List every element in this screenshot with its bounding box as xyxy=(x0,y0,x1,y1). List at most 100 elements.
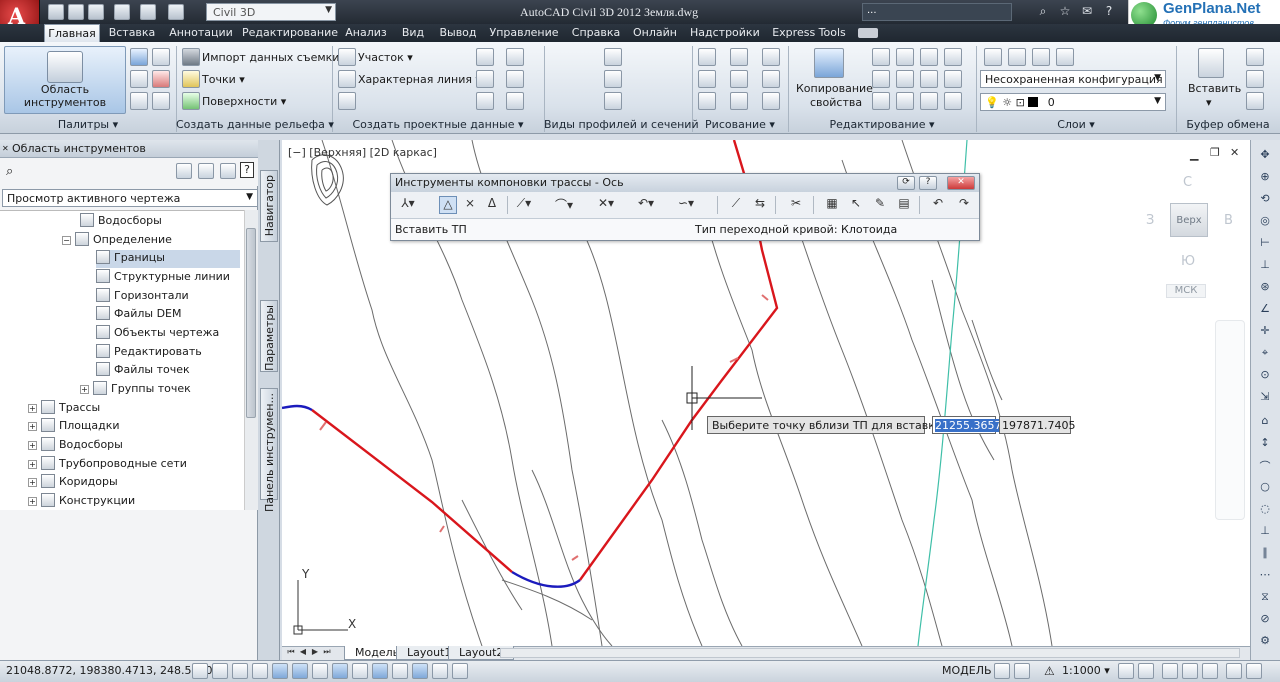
status-menu-icon[interactable] xyxy=(1246,663,1262,679)
layer-isolate-icon[interactable] xyxy=(1056,48,1074,66)
tab-modify[interactable]: Редактирование xyxy=(240,24,340,42)
reverse-curve-icon[interactable]: ∽▾ xyxy=(677,196,695,214)
dynamic-input-icon[interactable] xyxy=(372,663,388,679)
selection-cycling-icon[interactable] xyxy=(452,663,468,679)
delete-icon[interactable] xyxy=(944,48,962,66)
tab-insert[interactable]: Вставка xyxy=(104,24,160,42)
copy-clip-icon[interactable] xyxy=(1246,70,1264,88)
profile-view-icon[interactable] xyxy=(604,48,622,66)
panel-toggle-icon[interactable] xyxy=(220,163,236,179)
tree-item-point-files[interactable]: Файлы точек xyxy=(96,362,190,380)
toolspace-view-select[interactable]: Просмотр активного чертежа ▼ xyxy=(2,189,258,207)
alignment-icon[interactable] xyxy=(476,48,494,66)
osnap-settings-icon[interactable]: ⚙ xyxy=(1256,634,1274,652)
cross-icon[interactable]: ✛ xyxy=(1256,324,1274,342)
annotation-visibility-icon[interactable] xyxy=(1118,663,1134,679)
reverse-direction-icon[interactable]: ⇆ xyxy=(751,196,769,214)
stretch-icon[interactable] xyxy=(872,92,890,110)
viewcube-west[interactable]: З xyxy=(1146,213,1154,228)
viewport-restore-icon[interactable]: ❐ xyxy=(1210,146,1220,159)
tree-item-corridors[interactable]: + Коридоры xyxy=(28,474,118,492)
expand-icon[interactable]: + xyxy=(80,385,89,394)
settings-icon[interactable] xyxy=(130,92,148,110)
help-icon[interactable]: ? xyxy=(1100,4,1118,20)
polyline-icon[interactable] xyxy=(730,48,748,66)
lock-ui-icon[interactable] xyxy=(1182,663,1198,679)
expand-icon[interactable]: + xyxy=(28,460,37,469)
first-layout-icon[interactable]: ⏮ xyxy=(286,647,296,659)
tab-help[interactable]: Справка xyxy=(570,24,622,42)
viewport-close-icon[interactable]: ✕ xyxy=(1230,146,1239,159)
offset-icon[interactable] xyxy=(944,92,962,110)
tree-item-definition[interactable]: − Определение xyxy=(62,232,172,250)
perpendicular-icon[interactable]: ⊥ xyxy=(1256,524,1274,542)
tree-item-breaklines[interactable]: Структурные линии xyxy=(96,269,230,287)
extension-icon[interactable]: ⋯ xyxy=(1256,568,1274,586)
tree-item-point-groups[interactable]: + Группы точек xyxy=(80,381,191,399)
measure-icon[interactable]: ↕ xyxy=(1256,436,1274,454)
pipe-network-icon[interactable] xyxy=(506,92,524,110)
circle-icon[interactable] xyxy=(730,70,748,88)
search-input[interactable]: ... xyxy=(862,3,1012,21)
tab-online[interactable]: Онлайн xyxy=(630,24,680,42)
array-icon[interactable] xyxy=(920,92,938,110)
current-layer-select[interactable]: 💡 ☼ ⊡ 0 ▼ xyxy=(980,93,1166,111)
panel-profile-section-views[interactable]: Виды профилей и сечений xyxy=(544,118,699,132)
transparency-icon[interactable] xyxy=(412,663,428,679)
panel-create-ground-data[interactable]: Создать данные рельефа ▾ xyxy=(176,118,334,132)
save-icon[interactable] xyxy=(88,4,104,20)
hatch-icon[interactable] xyxy=(762,70,780,88)
navigation-bar[interactable] xyxy=(1215,320,1245,520)
isolate-objects-icon[interactable] xyxy=(1226,663,1242,679)
match-clip-icon[interactable] xyxy=(1246,92,1264,110)
construction-line-icon[interactable] xyxy=(698,70,716,88)
explode-icon[interactable] xyxy=(944,70,962,88)
last-layout-icon[interactable]: ⏭ xyxy=(322,647,332,659)
delete-pi-icon[interactable]: ⨯ xyxy=(461,196,479,214)
undo-icon[interactable] xyxy=(140,4,156,20)
expand-icon[interactable]: + xyxy=(28,441,37,450)
dimension-icon[interactable]: ⊢ xyxy=(1256,236,1274,254)
tree-item-drawing-objects[interactable]: Объекты чертежа xyxy=(96,325,219,343)
survey-icon[interactable] xyxy=(130,70,148,88)
collapse-icon[interactable]: − xyxy=(62,236,71,245)
workspace-select[interactable]: Civil 3D ▼ xyxy=(206,3,336,21)
spiral-icon[interactable]: ✕▾ xyxy=(597,196,615,214)
layer-walk-icon[interactable]: ⌂ xyxy=(1256,414,1274,432)
tree-item-assemblies[interactable]: + Конструкции xyxy=(28,493,135,510)
subentity-editor-icon[interactable]: ✎ xyxy=(871,196,889,214)
arc-snap-icon[interactable]: ⌒ xyxy=(1256,458,1274,476)
redo-icon[interactable]: ↷ xyxy=(955,196,973,214)
import-survey-button[interactable]: Импорт данных съемки xyxy=(202,51,339,64)
workspace-switch-icon[interactable] xyxy=(1162,663,1178,679)
tree-item-contours[interactable]: Горизонтали xyxy=(96,288,189,306)
insert-pi-icon[interactable]: △ xyxy=(439,196,457,214)
toolbar-help-icon[interactable]: ? xyxy=(919,176,937,190)
tree-item-catchments[interactable]: + Водосборы xyxy=(28,437,123,455)
rotate-icon[interactable] xyxy=(896,48,914,66)
print-icon[interactable] xyxy=(114,4,130,20)
hardware-accel-icon[interactable] xyxy=(1202,663,1218,679)
infer-constraints-icon[interactable] xyxy=(192,663,208,679)
node-icon[interactable]: ⊙ xyxy=(1256,368,1274,386)
prospector-icon[interactable] xyxy=(152,48,170,66)
panel-clipboard[interactable]: Буфер обмена xyxy=(1176,118,1280,132)
points-button[interactable]: Точки ▾ xyxy=(202,73,245,86)
delete-subentity-icon[interactable]: ✂ xyxy=(787,196,805,214)
dynamic-input-x[interactable]: 21255.3657 xyxy=(932,416,1002,434)
dynamic-ucs-icon[interactable] xyxy=(352,663,368,679)
fillet-icon[interactable] xyxy=(920,70,938,88)
paste-dropdown[interactable]: ▾ xyxy=(1206,96,1212,109)
surfaces-button[interactable]: Поверхности ▾ xyxy=(202,95,286,108)
3d-osnap-icon[interactable] xyxy=(312,663,328,679)
arc-icon[interactable] xyxy=(698,92,716,110)
scale-icon[interactable] xyxy=(896,92,914,110)
quick-properties-icon[interactable] xyxy=(432,663,448,679)
orbit-icon[interactable]: ⟲ xyxy=(1256,192,1274,210)
object-snap-tracking-icon[interactable] xyxy=(332,663,348,679)
line-icon[interactable] xyxy=(698,48,716,66)
viewcube-wcs-menu[interactable]: МСК xyxy=(1166,284,1206,298)
help-icon[interactable]: ? xyxy=(240,162,254,178)
viewcube-north[interactable]: С xyxy=(1183,175,1192,190)
tree-item-edits[interactable]: Редактировать xyxy=(96,344,202,362)
